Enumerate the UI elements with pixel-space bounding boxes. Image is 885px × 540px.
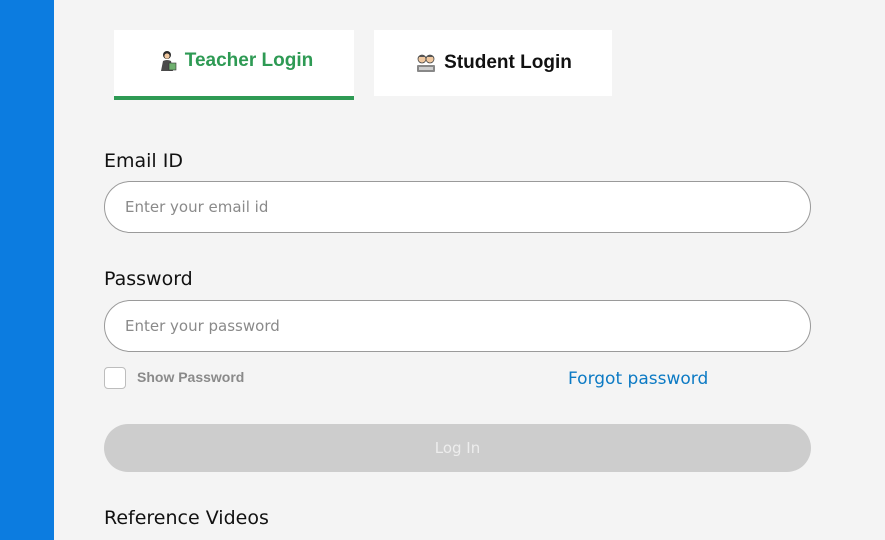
student-icon (414, 51, 438, 75)
show-password-checkbox[interactable] (104, 367, 126, 389)
side-bar (0, 0, 54, 540)
login-tabs: Teacher Login Student Login (114, 30, 612, 100)
tab-student-login[interactable]: Student Login (374, 30, 612, 96)
tab-student-label: Student Login (444, 52, 572, 73)
password-label: Password (104, 268, 193, 290)
tab-teacher-label: Teacher Login (184, 50, 314, 71)
email-field[interactable] (104, 181, 811, 233)
login-button[interactable]: Log In (104, 424, 811, 472)
teacher-icon (155, 49, 179, 73)
reference-videos-heading: Reference Videos (104, 507, 269, 529)
show-password-label: Show Password (137, 369, 245, 385)
forgot-password-link[interactable]: Forgot password (568, 369, 708, 389)
tab-teacher-login[interactable]: Teacher Login (114, 30, 354, 100)
password-field[interactable] (104, 300, 811, 352)
email-label: Email ID (104, 150, 183, 172)
